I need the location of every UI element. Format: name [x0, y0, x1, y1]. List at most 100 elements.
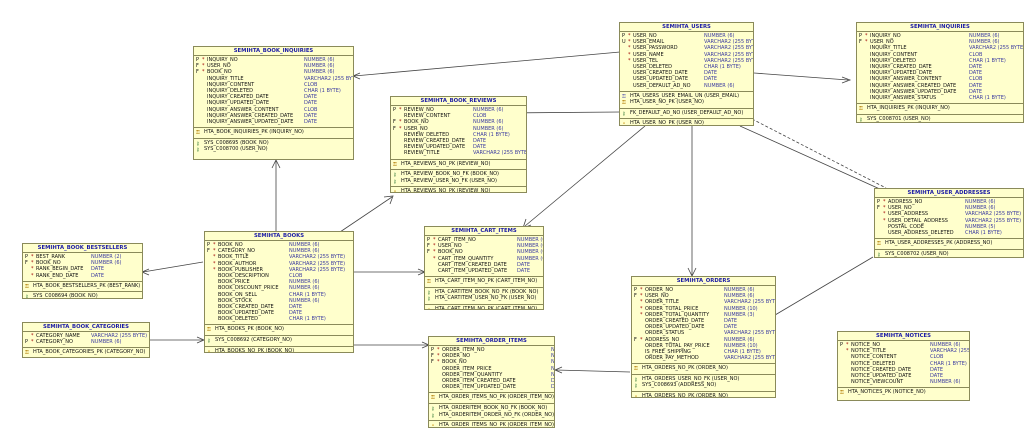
table-notices[interactable]: SEMIHTA_NOTICES P * NOTICE_NO NUMBER (6) * NOT…: [837, 331, 970, 401]
foreign-key-icon: ⚷: [196, 147, 200, 154]
key-label: HTA_ORDER_ITEMS_NO_PK (ORDER_ITEM_NO): [439, 422, 554, 428]
column-row: CART_ITEM_UPDATED_DATE DATE: [425, 268, 543, 274]
table-bestsellers[interactable]: SEMIHTA_BOOK_BESTSELLERS P * BEST_RANK NUMBE…: [22, 243, 143, 299]
primary-key-row: ⚿ HTA_CART_ITEM_NO_PK (CART_ITEM_NO): [425, 278, 543, 285]
column-type: NUMBER (6): [91, 339, 122, 346]
table-orders[interactable]: SEMIHTA_ORDERS P * ORDER_NO NUMBER (6) F * USER…: [631, 276, 776, 398]
foreign-key-icon: ⚷: [427, 296, 431, 303]
foreign-key-row: ⚷ HTA_ORDERITEM_ORDER_NO_FK (ORDER_NO): [429, 412, 554, 419]
column-name: BOOK_DELETED: [218, 316, 259, 323]
column-name: CART_ITEM_UPDATED_DATE: [438, 267, 508, 274]
table-title: SEMIHTA_BOOK_INQUIRIES: [194, 47, 353, 56]
column-row: USER_DEFAULT_AD_NO NUMBER (6): [620, 83, 753, 89]
foreign-key-row: ⚷ SYS_C008694 (BOOK_NO): [23, 293, 142, 299]
table-categories[interactable]: SEMIHTA_BOOK_CATEGORIES * CATEGORY_NAME VAR…: [22, 322, 150, 358]
column-type: CHAR (1 BYTE): [289, 316, 326, 323]
key-label: HTA_CART_ITEM_NO_PK (CART_ITEM_NO): [435, 305, 538, 310]
column-name: NOTICE_VIEWCOUNT: [851, 379, 904, 386]
index-row: ⚬ HTA_CART_ITEM_NO_PK (CART_ITEM_NO): [425, 305, 543, 310]
foreign-key-row: ⚷ HTA_REVIEW_USER_NO_FK (USER_NO): [391, 178, 526, 185]
relation-users-inquiries: [753, 72, 849, 81]
column-row: USER_ADDRESS_DELETED CHAR (1 BYTE): [875, 230, 1023, 236]
table-user-addresses[interactable]: SEMIHTA_USER_ADDRESSES P * ADDRESS_NO NUMBER…: [874, 188, 1024, 258]
column-type: VARCHAR2 (255 BYTE): [724, 355, 776, 362]
table-book-reviews[interactable]: SEMIHTA_BOOK_REVIEWS P * REVIEW_NO NUMBER (6…: [390, 96, 527, 193]
column-name: USER_DEFAULT_AD_NO: [633, 82, 691, 89]
foreign-key-row: ⚷ HTA_CARTITEM_BOOK_NO_FK (BOOK_NO): [425, 289, 543, 296]
foreign-key-row: ⚷ SYS_C008695 (BOOK_NO): [194, 140, 353, 147]
foreign-key-row: ⚷ SYS_C008692 (CATEGORY_NO): [205, 337, 353, 344]
key-section: ⚿ HTA_USER_ADDRESSES_PK (ADDRESS_NO): [875, 239, 1023, 250]
index-row: ⚬ HTA_BOOKS_NO_PK (BOOK_NO): [205, 348, 353, 353]
key-icon: ⚿: [196, 130, 200, 137]
key-label: HTA_ORDERITEM_ORDER_NO_FK (ORDER_NO): [439, 411, 555, 418]
key-label: HTA_INQUIRIES_PK (INQUIRY_NO): [867, 105, 950, 112]
primary-key-row: ⚿ HTA_INQUIRIES_PK (INQUIRY_NO): [857, 105, 1023, 112]
foreign-key-icon: ⚷: [634, 383, 638, 390]
column-type: NUMBER (6): [930, 379, 961, 386]
key-label: HTA_BOOKS_PK (BOOK_NO): [215, 326, 284, 333]
key-label: FK_DEFAULT_AD_NO (USER_DEFAULT_AD_NO): [630, 109, 744, 116]
column-list: P*ORDER_ITEM_NONUMBER (6)F*ORDER_NONUMBE…: [429, 346, 554, 394]
foreign-key-icon: ⚷: [431, 412, 435, 419]
foreign-key-icon: ⚷: [859, 116, 863, 123]
relation-addresses-default: [751, 118, 887, 189]
table-inquiries[interactable]: SEMIHTA_INQUIRIES P * INQUIRY_NO NUMBER (6) F…: [856, 22, 1024, 123]
key-section: ⚷ HTA_CARTITEM_BOOK_NO_FK (BOOK_NO) ⚷ HTA_C…: [425, 288, 543, 305]
key-label: HTA_USER_NO_PK (USER_NO): [630, 99, 704, 106]
key-label: HTA_CARTITEM_USER_NO_FK (USER_NO): [435, 295, 537, 302]
primary-key-row: ⚿ HTA_NOTICES_PK (NOTICE_NO): [838, 389, 969, 396]
key-label: SYS_C008695 (BOOK_NO): [204, 139, 269, 146]
table-book-inquiries[interactable]: SEMIHTA_BOOK_INQUIRIES P * INQUIRY_NO NUMBER…: [193, 46, 354, 160]
foreign-key-icon: ⚷: [393, 178, 397, 185]
column-row: * RANK_END_DATE DATE: [23, 273, 142, 279]
key-label: SYS_C008694 (BOOK_NO): [33, 293, 98, 299]
key-label: HTA_BOOK_INQUIRIES_PK (INQUIRY_NO): [204, 129, 304, 136]
column-list: P * INQUIRY_NO NUMBER (6) F * USER_NO NUMBER (6…: [857, 32, 1023, 105]
column-list: P * ORDER_NO NUMBER (6) F * USER_NO NUMBER (6) *…: [632, 286, 776, 365]
key-section: ⚬ HTA_USER_NO_PK (USER_NO): [620, 119, 753, 126]
key-section: ⚿ HTA_BOOKS_PK (BOOK_NO): [205, 325, 353, 337]
foreign-key-row: ⚷ SYS_C008701 (USER_NO): [857, 115, 1023, 123]
primary-key-row: ⚿ HTA_ORDERS_NO_PK (ORDER_NO): [632, 365, 775, 372]
column-row: INQUIRY_ANSWER_STATUS CHAR (1 BYTE): [857, 95, 1023, 101]
key-label: SYS_C008692 (CATEGORY_NO): [215, 337, 292, 344]
foreign-key-row: ⚷ SYS_C008700 (USER_NO): [194, 146, 353, 153]
key-section: ⚬ HTA_ORDERS_NO_PK (ORDER_NO): [632, 392, 775, 397]
key-label: HTA_ORDERS_NO_PK (ORDER_NO): [642, 365, 728, 372]
table-order-items[interactable]: SEMIHTA_ORDER_ITEMSP*ORDER_ITEM_NONUMBER…: [428, 336, 555, 428]
relation-bestsellers-books: [142, 261, 204, 273]
foreign-key-icon: ⚷: [877, 251, 881, 258]
key-label: SYS_C008701 (USER_NO): [867, 115, 931, 122]
column-row: NOTICE_VIEWCOUNT NUMBER (6): [838, 379, 969, 385]
mandatory-mark: *: [31, 339, 34, 346]
key-label: HTA_USERS_USER_EMAIL_UN (USER_EMAIL): [630, 92, 740, 99]
column-name: INQUIRY_ANSWER_UPDATED_DATE: [207, 118, 294, 125]
column-name: CATEGORY_NO: [36, 339, 73, 346]
index-icon: ⚬: [622, 121, 627, 126]
relation-users-book-inquiries: [353, 51, 621, 77]
key-section: ⚷ SYS_C008701 (USER_NO): [857, 115, 1023, 123]
index-icon: ⚬: [207, 348, 212, 353]
column-row: REVIEW_TITLE VARCHAR2 (255 BYTE): [391, 150, 526, 156]
key-section: ⚷ SYS_C008702 (USER_NO): [875, 250, 1023, 258]
column-type: CHAR (1 BYTE): [969, 94, 1006, 101]
index-row: ⚬ HTA_REVIEWS_NO_PK (REVIEW_NO): [391, 188, 526, 192]
foreign-key-icon: ⚷: [622, 110, 626, 117]
table-title: SEMIHTA_ORDER_ITEMS: [429, 337, 554, 346]
column-row: INQUIRY_ANSWER_UPDATED_DATE DATE: [194, 119, 353, 125]
column-name: ORDER_PAY_METHOD: [645, 355, 699, 362]
column-list: P * USER_NO NUMBER (6) U * USER_EMAIL VARCHAR2 …: [620, 32, 753, 92]
key-label: HTA_REVIEWS_NO_PK (REVIEW_NO): [401, 160, 491, 167]
key-label: HTA_NOTICES_PK (NOTICE_NO): [848, 389, 926, 396]
key-section: ⚿ HTA_BOOK_CATEGORIES_PK (CATEGORY_NO): [23, 348, 149, 357]
table-books[interactable]: SEMIHTA_BOOKS P * BOOK_NO NUMBER (6) F * CATEGO…: [204, 231, 354, 353]
foreign-key-row: ⚷ FK_DEFAULT_AD_NO (USER_DEFAULT_AD_NO): [620, 110, 753, 117]
key-section: ⚿ HTA_NOTICES_PK (NOTICE_NO): [838, 388, 969, 398]
table-cart-items[interactable]: SEMIHTA_CART_ITEMS P * CART_ITEM_NO NUMBER (…: [424, 226, 544, 310]
table-users[interactable]: SEMIHTA_USERS P * USER_NO NUMBER (6) U * USER_E…: [619, 22, 754, 126]
relation-books-book-reviews: [339, 196, 393, 233]
primary-key-row: ⚿ HTA_BOOK_BESTSELLERS_PK (BEST_RANK): [23, 283, 142, 290]
foreign-key-row: ⚷ SYS_C008693 (ADDRESS_NO): [632, 382, 775, 389]
index-icon: ⚬: [427, 306, 432, 310]
